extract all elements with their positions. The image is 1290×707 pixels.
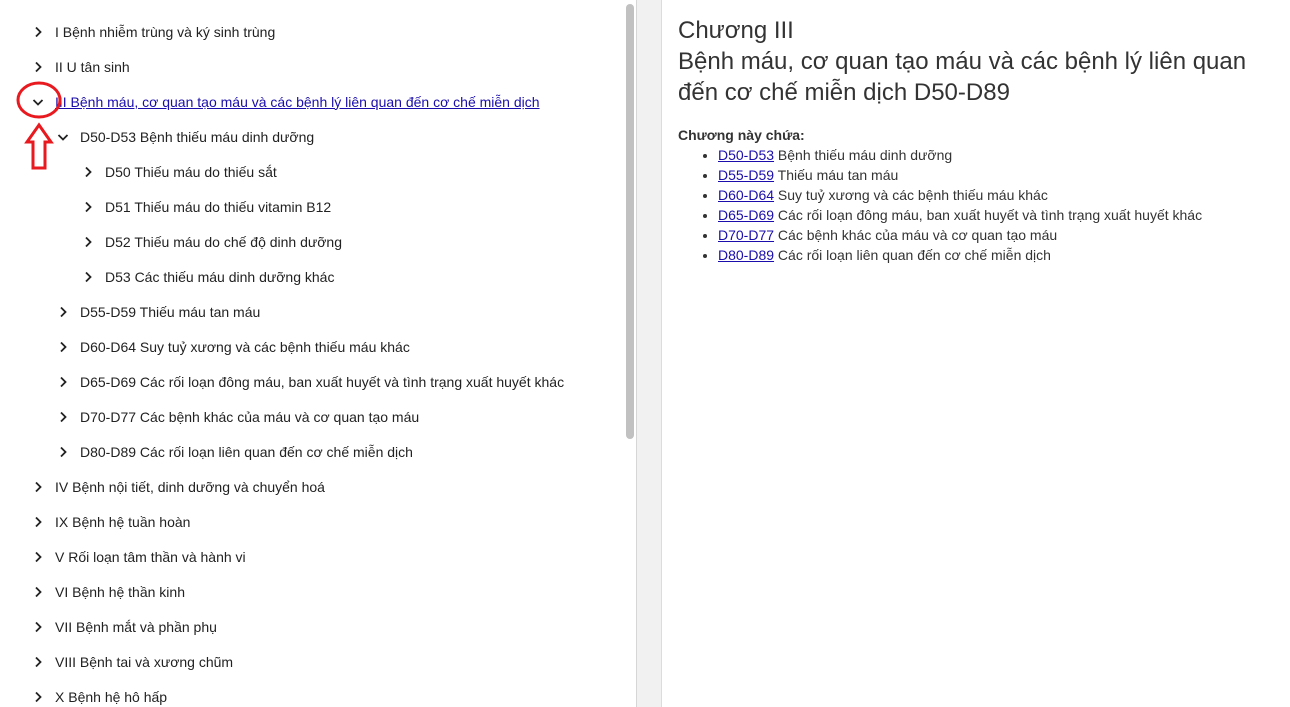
tree-item-chapter-vii[interactable]: VII Bệnh mắt và phần phụ [27, 609, 217, 644]
block-description: Các rối loạn liên quan đến cơ chế miễn d… [777, 247, 1051, 263]
tree-item-label[interactable]: IX Bệnh hệ tuần hoàn [55, 514, 190, 530]
chevron-right-icon[interactable] [27, 651, 49, 673]
tree-item-label-link[interactable]: III Bệnh máu, cơ quan tạo máu và các bện… [55, 94, 540, 110]
list-item: D70-D77 Các bệnh khác của máu và cơ quan… [718, 225, 1202, 245]
chapter-title: Bệnh máu, cơ quan tạo máu và các bệnh lý… [678, 48, 1247, 106]
tree-item-label[interactable]: IV Bệnh nội tiết, dinh dưỡng và chuyển h… [55, 479, 325, 495]
tree-item-label[interactable]: D55-D59 Thiếu máu tan máu [80, 304, 260, 320]
tree-item-d80-d89[interactable]: D80-D89 Các rối loạn liên quan đến cơ ch… [52, 434, 413, 469]
chevron-right-icon[interactable] [52, 301, 74, 323]
tree-item-chapter-x[interactable]: X Bệnh hệ hô hấp [27, 679, 167, 707]
chevron-right-icon[interactable] [27, 581, 49, 603]
tree-item-label[interactable]: D50 Thiếu máu do thiếu sắt [105, 164, 277, 180]
block-link[interactable]: D60-D64 [718, 187, 774, 203]
list-item: D55-D59 Thiếu máu tan máu [718, 165, 1202, 185]
chevron-right-icon[interactable] [52, 371, 74, 393]
tree-item-label[interactable]: X Bệnh hệ hô hấp [55, 689, 167, 705]
tree-item-chapter-v[interactable]: V Rối loạn tâm thần và hành vi [27, 539, 246, 574]
tree-item-d50[interactable]: D50 Thiếu máu do thiếu sắt [77, 154, 277, 189]
tree-item-d60-d64[interactable]: D60-D64 Suy tuỷ xương và các bệnh thiếu … [52, 329, 410, 364]
block-description: Thiếu máu tan máu [777, 167, 899, 183]
tree-item-d53[interactable]: D53 Các thiếu máu dinh dưỡng khác [77, 259, 334, 294]
tree-item-d70-d77[interactable]: D70-D77 Các bệnh khác của máu và cơ quan… [52, 399, 419, 434]
list-item: D80-D89 Các rối loạn liên quan đến cơ ch… [718, 245, 1202, 265]
scrollbar-thumb[interactable] [626, 4, 634, 439]
app-window: I Bệnh nhiễm trùng và ký sinh trùng II U… [0, 0, 1290, 707]
tree-item-chapter-vi[interactable]: VI Bệnh hệ thần kinh [27, 574, 185, 609]
tree-pane[interactable]: I Bệnh nhiễm trùng và ký sinh trùng II U… [0, 0, 637, 707]
chevron-right-icon[interactable] [77, 266, 99, 288]
block-link[interactable]: D65-D69 [718, 207, 774, 223]
list-item: D50-D53 Bệnh thiếu máu dinh dưỡng [718, 145, 1202, 165]
tree-item-label[interactable]: D51 Thiếu máu do thiếu vitamin B12 [105, 199, 331, 215]
chevron-right-icon[interactable] [52, 406, 74, 428]
contains-label: Chương này chứa: [678, 127, 805, 143]
tree-item-chapter-ix[interactable]: IX Bệnh hệ tuần hoàn [27, 504, 190, 539]
chevron-down-icon[interactable] [52, 126, 74, 148]
chevron-right-icon[interactable] [52, 441, 74, 463]
tree-item-label[interactable]: II U tân sinh [55, 59, 130, 75]
chapter-number: Chương III [678, 17, 794, 44]
tree-item-label[interactable]: VIII Bệnh tai và xương chũm [55, 654, 233, 670]
contents-list: D50-D53 Bệnh thiếu máu dinh dưỡng D55-D5… [678, 145, 1202, 265]
block-description: Các bệnh khác của máu và cơ quan tạo máu [777, 227, 1058, 243]
chevron-right-icon[interactable] [77, 231, 99, 253]
tree-item-chapter-i[interactable]: I Bệnh nhiễm trùng và ký sinh trùng [27, 14, 275, 49]
block-link[interactable]: D55-D59 [718, 167, 774, 183]
tree-item-d65-d69[interactable]: D65-D69 Các rối loạn đông máu, ban xuất … [52, 364, 564, 399]
list-item: D60-D64 Suy tuỷ xương và các bệnh thiếu … [718, 185, 1202, 205]
tree-item-chapter-iv[interactable]: IV Bệnh nội tiết, dinh dưỡng và chuyển h… [27, 469, 325, 504]
chevron-right-icon[interactable] [27, 21, 49, 43]
content-pane: Chương III Bệnh máu, cơ quan tạo máu và … [662, 0, 1290, 707]
tree-item-d52[interactable]: D52 Thiếu máu do chế độ dinh dưỡng [77, 224, 342, 259]
tree-item-label[interactable]: D53 Các thiếu máu dinh dưỡng khác [105, 269, 334, 285]
tree-item-chapter-ii[interactable]: II U tân sinh [27, 49, 130, 84]
block-link[interactable]: D80-D89 [718, 247, 774, 263]
tree-item-label[interactable]: D80-D89 Các rối loạn liên quan đến cơ ch… [80, 444, 413, 460]
tree-item-d50-d53[interactable]: D50-D53 Bệnh thiếu máu dinh dưỡng [52, 119, 314, 154]
tree-item-label[interactable]: D52 Thiếu máu do chế độ dinh dưỡng [105, 234, 342, 250]
block-description: Bệnh thiếu máu dinh dưỡng [777, 147, 953, 163]
chevron-right-icon[interactable] [27, 616, 49, 638]
tree-item-label[interactable]: VI Bệnh hệ thần kinh [55, 584, 185, 600]
tree-item-d51[interactable]: D51 Thiếu máu do thiếu vitamin B12 [77, 189, 331, 224]
chevron-right-icon[interactable] [77, 196, 99, 218]
tree-item-label[interactable]: VII Bệnh mắt và phần phụ [55, 619, 217, 635]
chevron-right-icon[interactable] [27, 686, 49, 707]
tree-item-label[interactable]: V Rối loạn tâm thần và hành vi [55, 549, 246, 565]
tree-item-label[interactable]: D60-D64 Suy tuỷ xương và các bệnh thiếu … [80, 339, 410, 355]
tree-item-label[interactable]: D50-D53 Bệnh thiếu máu dinh dưỡng [80, 129, 314, 145]
chevron-down-icon[interactable] [27, 91, 49, 113]
block-description: Các rối loạn đông máu, ban xuất huyết và… [777, 207, 1203, 223]
chevron-right-icon[interactable] [27, 511, 49, 533]
tree-item-label[interactable]: I Bệnh nhiễm trùng và ký sinh trùng [55, 24, 275, 40]
tree-item-chapter-viii[interactable]: VIII Bệnh tai và xương chũm [27, 644, 233, 679]
tree-item-label[interactable]: D65-D69 Các rối loạn đông máu, ban xuất … [80, 374, 564, 390]
tree-item-label[interactable]: D70-D77 Các bệnh khác của máu và cơ quan… [80, 409, 419, 425]
chevron-right-icon[interactable] [77, 161, 99, 183]
block-link[interactable]: D50-D53 [718, 147, 774, 163]
block-description: Suy tuỷ xương và các bệnh thiếu máu khác [777, 187, 1048, 203]
tree-item-d55-d59[interactable]: D55-D59 Thiếu máu tan máu [52, 294, 260, 329]
chevron-right-icon[interactable] [52, 336, 74, 358]
chevron-right-icon[interactable] [27, 56, 49, 78]
chevron-right-icon[interactable] [27, 476, 49, 498]
pane-divider[interactable] [637, 0, 662, 707]
chevron-right-icon[interactable] [27, 546, 49, 568]
tree-item-chapter-iii[interactable]: III Bệnh máu, cơ quan tạo máu và các bện… [27, 84, 540, 119]
block-link[interactable]: D70-D77 [718, 227, 774, 243]
list-item: D65-D69 Các rối loạn đông máu, ban xuất … [718, 205, 1202, 225]
